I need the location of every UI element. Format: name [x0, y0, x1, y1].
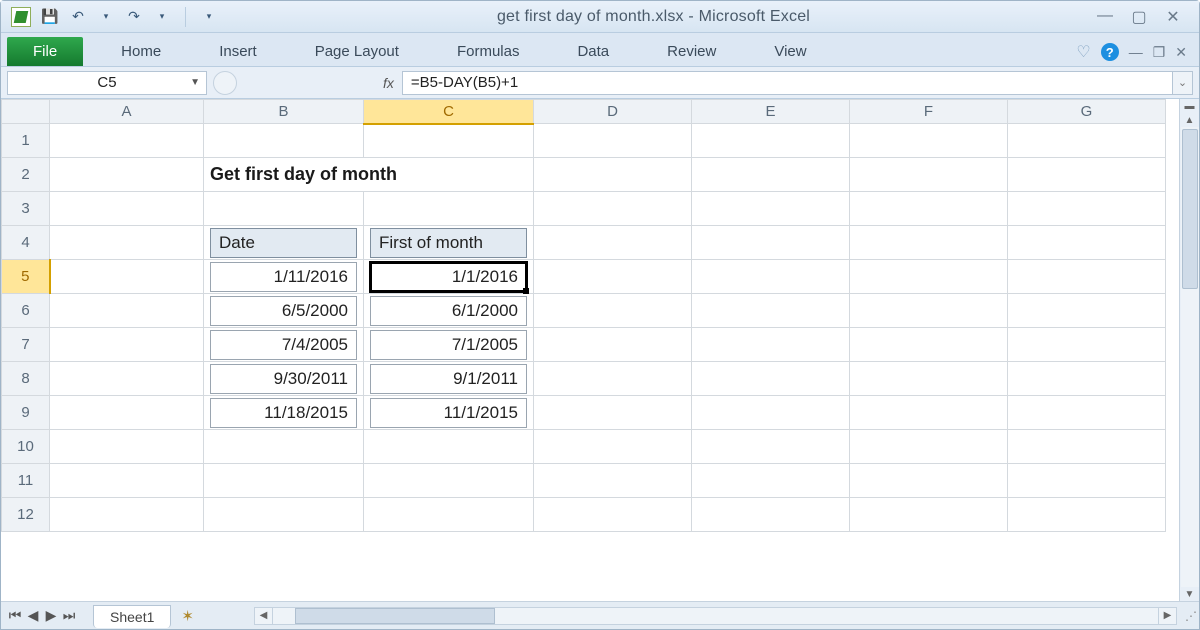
resize-gripper-icon[interactable]: ⋰: [1185, 609, 1199, 623]
col-header-e[interactable]: E: [692, 100, 850, 124]
name-box[interactable]: C5 ▼: [7, 71, 207, 95]
workbook-restore-icon[interactable]: ❐: [1153, 44, 1166, 61]
expand-formula-bar-icon[interactable]: ⌄: [1173, 71, 1193, 95]
tab-home[interactable]: Home: [105, 37, 177, 66]
table-header-date: Date: [210, 228, 357, 258]
title-bar: 💾 ↶ ▾ ↷ ▾ ▾ get first day of month.xlsx …: [1, 1, 1199, 33]
cell-c9[interactable]: 11/1/2015: [370, 398, 527, 428]
help-icon[interactable]: ?: [1101, 43, 1119, 61]
scroll-up-icon[interactable]: ▲: [1181, 113, 1199, 127]
cell-c5-selected[interactable]: 1/1/2016: [370, 262, 527, 292]
tab-page-layout[interactable]: Page Layout: [299, 37, 415, 66]
cell-c8[interactable]: 9/1/2011: [370, 364, 527, 394]
cell-b5[interactable]: 1/11/2016: [210, 262, 357, 292]
window-controls: ― ▢ ✕: [1079, 7, 1199, 27]
scroll-down-icon[interactable]: ▼: [1181, 587, 1199, 601]
tab-view[interactable]: View: [758, 37, 822, 66]
sheet-nav-buttons: ⏮ ◀ ▶ ⏭: [1, 607, 83, 624]
col-header-f[interactable]: F: [850, 100, 1008, 124]
file-tab[interactable]: File: [7, 37, 83, 66]
sheet-nav-next-icon[interactable]: ▶: [43, 607, 59, 624]
tab-review[interactable]: Review: [651, 37, 732, 66]
row-header-4[interactable]: 4: [2, 226, 50, 260]
row-header-1[interactable]: 1: [2, 124, 50, 158]
redo-icon[interactable]: ↷: [125, 8, 143, 26]
fx-icon[interactable]: fx: [383, 75, 394, 91]
col-header-g[interactable]: G: [1008, 100, 1166, 124]
scroll-left-icon[interactable]: ◀: [255, 608, 273, 624]
name-box-value: C5: [97, 74, 116, 91]
worksheet-area: A B C D E F G 1 2 Get first day of month…: [1, 99, 1199, 601]
spreadsheet-grid[interactable]: A B C D E F G 1 2 Get first day of month…: [1, 99, 1166, 532]
row-header-12[interactable]: 12: [2, 498, 50, 532]
sheet-nav-prev-icon[interactable]: ◀: [25, 607, 41, 624]
col-header-a[interactable]: A: [50, 100, 204, 124]
qat-separator: [185, 7, 186, 27]
row-header-11[interactable]: 11: [2, 464, 50, 498]
name-box-dropdown-icon[interactable]: ▼: [190, 77, 200, 88]
row-header-6[interactable]: 6: [2, 294, 50, 328]
window-title: get first day of month.xlsx - Microsoft …: [228, 8, 1079, 26]
minimize-ribbon-icon[interactable]: ♡: [1076, 42, 1090, 62]
tab-insert[interactable]: Insert: [203, 37, 273, 66]
row-header-8[interactable]: 8: [2, 362, 50, 396]
vscroll-track[interactable]: [1181, 127, 1199, 587]
formula-text: =B5-DAY(B5)+1: [411, 74, 518, 91]
select-all-corner[interactable]: [2, 100, 50, 124]
cell-b8[interactable]: 9/30/2011: [210, 364, 357, 394]
cell-b7[interactable]: 7/4/2005: [210, 330, 357, 360]
close-icon[interactable]: ✕: [1163, 7, 1183, 27]
cancel-formula-icon[interactable]: [213, 71, 237, 95]
workbook-minimize-icon[interactable]: ―: [1129, 44, 1143, 60]
minimize-icon[interactable]: ―: [1095, 7, 1115, 27]
hscroll-thumb[interactable]: [295, 608, 495, 624]
cell-c7[interactable]: 7/1/2005: [370, 330, 527, 360]
row-header-7[interactable]: 7: [2, 328, 50, 362]
cell-c6[interactable]: 6/1/2000: [370, 296, 527, 326]
cell-b9[interactable]: 11/18/2015: [210, 398, 357, 428]
cell-b6[interactable]: 6/5/2000: [210, 296, 357, 326]
vertical-scrollbar[interactable]: ▬ ▲ ▼: [1179, 99, 1199, 601]
horizontal-scrollbar[interactable]: ◀ ▶: [254, 607, 1177, 625]
tab-formulas[interactable]: Formulas: [441, 37, 536, 66]
scroll-right-icon[interactable]: ▶: [1158, 608, 1176, 624]
sheet-tab-bar: ⏮ ◀ ▶ ⏭ Sheet1 ✶ ◀ ▶ ⋰: [1, 601, 1199, 629]
formula-bar-input[interactable]: =B5-DAY(B5)+1: [402, 71, 1173, 95]
excel-app-icon[interactable]: [11, 7, 31, 27]
col-header-d[interactable]: D: [534, 100, 692, 124]
quick-access-toolbar: 💾 ↶ ▾ ↷ ▾ ▾: [1, 7, 228, 27]
row-header-9[interactable]: 9: [2, 396, 50, 430]
maximize-icon[interactable]: ▢: [1129, 7, 1149, 27]
redo-dropdown-icon[interactable]: ▾: [153, 8, 171, 26]
tab-data[interactable]: Data: [561, 37, 625, 66]
row-header-3[interactable]: 3: [2, 192, 50, 226]
undo-dropdown-icon[interactable]: ▾: [97, 8, 115, 26]
row-header-2[interactable]: 2: [2, 158, 50, 192]
col-header-b[interactable]: B: [204, 100, 364, 124]
app-window: 💾 ↶ ▾ ↷ ▾ ▾ get first day of month.xlsx …: [0, 0, 1200, 630]
new-sheet-icon[interactable]: ✶: [181, 607, 194, 625]
sheet-title: Get first day of month: [210, 164, 397, 184]
col-header-c[interactable]: C: [364, 100, 534, 124]
undo-icon[interactable]: ↶: [69, 8, 87, 26]
split-box-icon[interactable]: ▬: [1181, 99, 1199, 113]
sheet-nav-last-icon[interactable]: ⏭: [61, 607, 77, 624]
formula-bar-row: C5 ▼ fx =B5-DAY(B5)+1 ⌄: [1, 67, 1199, 99]
sheet-nav-first-icon[interactable]: ⏮: [7, 607, 23, 624]
qat-customize-icon[interactable]: ▾: [200, 8, 218, 26]
workbook-close-icon[interactable]: ✕: [1175, 44, 1187, 61]
row-header-5[interactable]: 5: [2, 260, 50, 294]
ribbon-tabs: File Home Insert Page Layout Formulas Da…: [1, 33, 1199, 67]
sheet-tab-active[interactable]: Sheet1: [93, 605, 171, 628]
save-icon[interactable]: 💾: [41, 8, 59, 26]
row-header-10[interactable]: 10: [2, 430, 50, 464]
table-header-first: First of month: [370, 228, 527, 258]
grid[interactable]: A B C D E F G 1 2 Get first day of month…: [1, 99, 1179, 601]
vscroll-thumb[interactable]: [1182, 129, 1198, 289]
